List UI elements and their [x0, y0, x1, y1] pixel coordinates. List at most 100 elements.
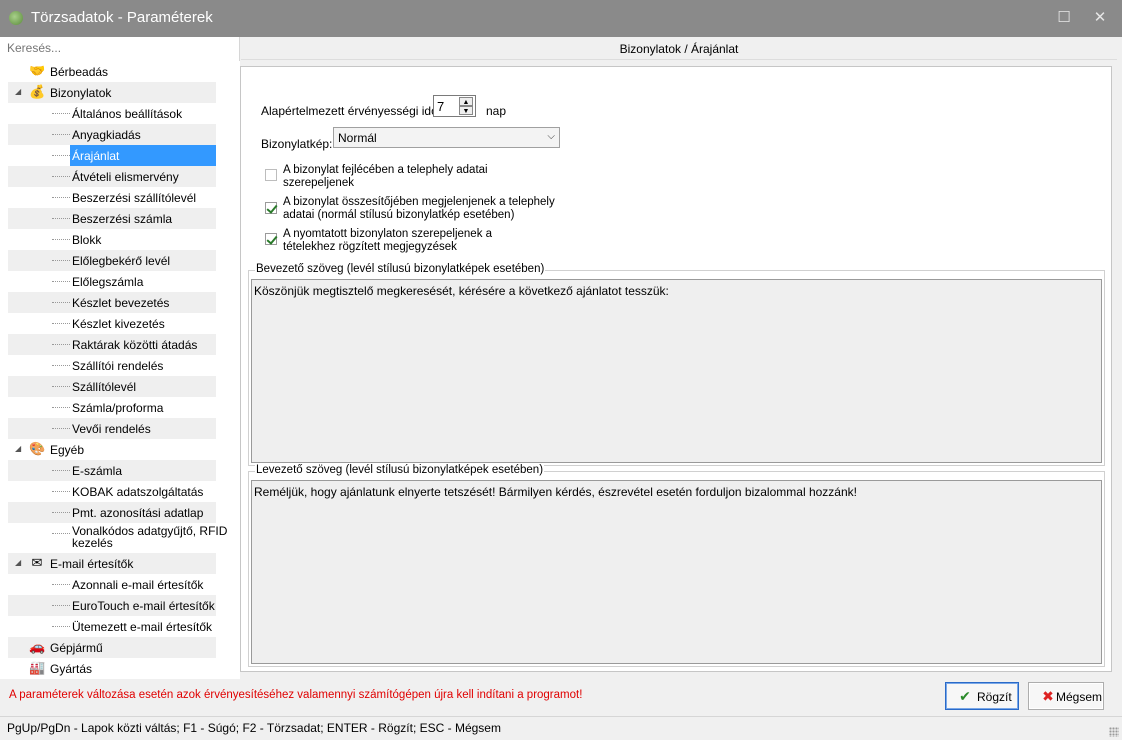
tree-item-label: Számla/proforma: [72, 401, 164, 415]
app-icon: [9, 11, 23, 25]
tree-item-label: Blokk: [72, 233, 102, 247]
cancel-button[interactable]: ✖ Mégsem: [1028, 682, 1104, 710]
tree-item-bérbeadás[interactable]: 🤝 Bérbeadás: [8, 61, 216, 82]
tree-connector: [52, 428, 70, 429]
tree-item-pmt-azonosítási-adatlap[interactable]: Pmt. azonosítási adatlap: [8, 502, 216, 523]
money-bag-icon: 💰: [29, 84, 46, 99]
tree-item-bizonylatok[interactable]: ◢ 💰 Bizonylatok: [8, 82, 216, 103]
tree-connector: [52, 512, 70, 513]
settings-panel: Alapértelmezett érvényességi idő: 7 ▲ ▼ …: [240, 66, 1112, 672]
tree-item-label: Anyagkiadás: [72, 128, 141, 142]
resize-grip-icon[interactable]: [1109, 727, 1119, 737]
tree-item-label: Előlegszámla: [72, 275, 144, 289]
validity-unit: nap: [486, 104, 507, 118]
item-notes-checkbox[interactable]: [265, 233, 277, 245]
tree-connector: [52, 134, 70, 135]
tree-item-vonalkódos-adatgyűjtő-rfid-kezelés[interactable]: Vonalkódos adatgyűjtő, RFID kezelés: [8, 523, 227, 553]
tree-item-készlet-kivezetés[interactable]: Készlet kivezetés: [8, 313, 216, 334]
tree-item-label: Készlet bevezetés: [72, 296, 170, 310]
envelope-icon: ✉: [31, 555, 43, 570]
tree-item-label: Gyártás: [50, 662, 93, 676]
tree-connector: [52, 584, 70, 585]
save-button[interactable]: ✔ Rögzít: [945, 682, 1019, 710]
tree-item-beszerzési-szállítólevél[interactable]: Beszerzési szállítólevél: [8, 187, 216, 208]
tree-item-szállítólevél[interactable]: Szállítólevél: [8, 376, 216, 397]
tree-item-készlet-bevezetés[interactable]: Készlet bevezetés: [8, 292, 216, 313]
title-bar: Törzsadatok - Paraméterek ☐ ✕: [0, 0, 1122, 37]
tree-item-beszerzési-számla[interactable]: Beszerzési számla: [8, 208, 216, 229]
spin-up-icon[interactable]: ▲: [459, 97, 473, 106]
tree-item-átvételi-elismervény[interactable]: Átvételi elismervény: [8, 166, 216, 187]
expand-arrow-icon[interactable]: ◢: [15, 87, 21, 96]
tree-item-label: Általános beállítások: [72, 107, 183, 121]
summary-site-data-checkbox[interactable]: [265, 202, 277, 214]
tree-item-általános-beállítások[interactable]: Általános beállítások: [8, 103, 216, 124]
expand-arrow-icon[interactable]: ◢: [15, 558, 21, 567]
tree-item-szállítói-rendelés[interactable]: Szállítói rendelés: [8, 355, 216, 376]
maximize-icon[interactable]: ☐: [1054, 8, 1074, 28]
intro-text-area[interactable]: Köszönjük megtisztelő megkeresését, kéré…: [251, 279, 1102, 463]
closing-text-area[interactable]: Reméljük, hogy ajánlatunk elnyerte tetsz…: [251, 480, 1102, 664]
tree-connector: [52, 155, 70, 156]
doc-image-label: Bizonylatkép:: [261, 137, 333, 151]
search-input[interactable]: [7, 39, 239, 57]
tree-item-label: Szállítói rendelés: [72, 359, 164, 373]
save-button-label: Rögzít: [977, 690, 1012, 704]
close-icon[interactable]: ✕: [1090, 8, 1110, 28]
closing-text-value: Reméljük, hogy ajánlatunk elnyerte tetsz…: [254, 485, 857, 499]
tree-item-kobak-adatszolgáltatás[interactable]: KOBAK adatszolgáltatás: [8, 481, 216, 502]
tree-item-label: KOBAK adatszolgáltatás: [72, 485, 204, 499]
tree-item-e-mail-értesítők[interactable]: ◢ ✉ E-mail értesítők: [8, 553, 216, 574]
tree-connector: [52, 260, 70, 261]
closing-text-group: Levezető szöveg (levél stílusú bizonylat…: [248, 464, 1105, 667]
tree-item-label: E-mail értesítők: [50, 557, 134, 571]
tree-item-label: E-számla: [72, 464, 123, 478]
doc-image-value: Normál: [338, 131, 377, 145]
summary-site-data-label: A bizonylat összesítőjében megjelenjenek…: [283, 196, 555, 221]
tree-connector: [52, 323, 70, 324]
validity-spinner[interactable]: 7 ▲ ▼: [433, 95, 476, 117]
tree-item-ütemezett-e-mail-értesítők[interactable]: Ütemezett e-mail értesítők: [8, 616, 216, 637]
status-bar: PgUp/PgDn - Lapok közti váltás; F1 - Súg…: [0, 716, 1122, 740]
tree-connector: [52, 470, 70, 471]
tree-item-gyártás[interactable]: 🏭 Gyártás: [8, 658, 216, 679]
tree-item-label: Ütemezett e-mail értesítők: [72, 620, 213, 634]
tree-connector: [52, 386, 70, 387]
tree-connector: [52, 605, 70, 606]
tree-item-blokk[interactable]: Blokk: [8, 229, 216, 250]
tree-item-label: Raktárak közötti átadás: [72, 338, 198, 352]
tree-item-előlegbekérő-levél[interactable]: Előlegbekérő levél: [8, 250, 216, 271]
validity-value[interactable]: 7: [437, 99, 444, 114]
tree-connector: [52, 302, 70, 303]
intro-text-group: Bevezető szöveg (levél stílusú bizonylat…: [248, 263, 1105, 466]
tree-item-e-számla[interactable]: E-számla: [8, 460, 216, 481]
tree-item-raktárak-közötti-átadás[interactable]: Raktárak közötti átadás: [8, 334, 216, 355]
tree-item-azonnali-e-mail-értesítők[interactable]: Azonnali e-mail értesítők: [8, 574, 216, 595]
closing-text-title: Levezető szöveg (levél stílusú bizonylat…: [255, 464, 545, 476]
tree-item-eurotouch-e-mail-értesítők[interactable]: EuroTouch e-mail értesítők: [8, 595, 216, 616]
tree-connector: [52, 626, 70, 627]
navigation-tree: 🤝 Bérbeadás ◢ 💰 Bizonylatok Általános beállít…: [0, 61, 240, 679]
tree-connector: [52, 344, 70, 345]
status-text: PgUp/PgDn - Lapok közti váltás; F1 - Súg…: [7, 721, 501, 735]
tree-connector: [52, 533, 70, 534]
tree-item-label: Pmt. azonosítási adatlap: [72, 506, 204, 520]
tree-connector: [52, 218, 70, 219]
intro-text-title: Bevezető szöveg (levél stílusú bizonylat…: [255, 263, 546, 275]
tree-item-label: Előlegbekérő levél: [72, 254, 171, 268]
tree-item-gépjármű[interactable]: 🚗 Gépjármű: [8, 637, 216, 658]
tree-item-számla-proforma[interactable]: Számla/proforma: [8, 397, 216, 418]
tree-item-vevői-rendelés[interactable]: Vevői rendelés: [8, 418, 216, 439]
spin-down-icon[interactable]: ▼: [459, 106, 473, 115]
tree-item-egyéb[interactable]: ◢ 🎨 Egyéb: [8, 439, 216, 460]
expand-arrow-icon[interactable]: ◢: [15, 444, 21, 453]
header-site-data-checkbox[interactable]: [265, 169, 277, 181]
tree-item-anyagkiadás[interactable]: Anyagkiadás: [8, 124, 216, 145]
doc-image-select[interactable]: Normál ⌵: [333, 127, 560, 148]
tree-item-árajánlat[interactable]: Árajánlat: [8, 145, 216, 166]
cancel-button-label: Mégsem: [1056, 690, 1103, 704]
car-icon: 🚗: [29, 639, 46, 654]
item-notes-label: A nyomtatott bizonylaton szerepeljenek a…: [283, 228, 493, 253]
tree-item-előlegszámla[interactable]: Előlegszámla: [8, 271, 216, 292]
tree-item-label: Egyéb: [50, 443, 85, 457]
